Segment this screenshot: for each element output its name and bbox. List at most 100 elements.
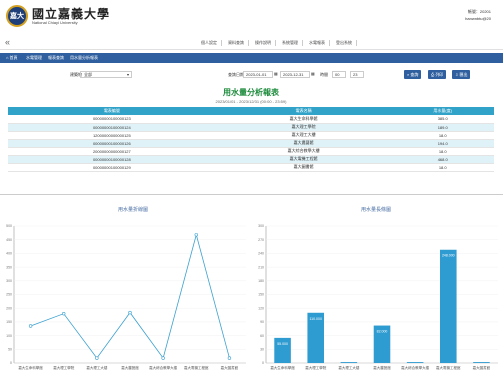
data-label: 110.000 [310,317,322,321]
table-body: 00000000100000123 嘉大生命科學館 385.0 00000000100… [8,115,494,172]
logo-text: 國立嘉義大學 National Chiayi University [32,8,110,25]
table-cell: 00000000100000123 [8,115,216,124]
table-cell: 12000000000000125 [8,131,216,140]
top-menu: 個人設定 資料查詢 操作說明 系統管理 水電報表 登出系統 [201,40,357,46]
table-cell: 00000000100000128 [8,155,216,164]
x-tick-label: 嘉大生命科學館 [18,365,43,370]
home-label: 首頁 [9,55,18,60]
data-point [62,311,66,316]
table-cell: 嘉大綜合教學大樓 [215,147,392,156]
export-button[interactable]: ⇩ 匯出 [452,70,471,79]
search-button[interactable]: ⌕ 查詢 [404,70,422,79]
menu-item-admin[interactable]: 系統管理 [282,40,303,46]
table-cell: 嘉大理工大樓 [215,131,392,140]
y-tick-label: 100 [6,334,12,338]
table-row: 00000000100000126 嘉大農藝館 194.0 [8,139,494,148]
bar [340,362,358,363]
charts-area: 用水量折線圖 用水量長條圖 0 50 100 150 200 250 300 350 400 45… [0,198,503,381]
tab-report-query[interactable]: 報表查詢 [48,55,64,61]
y-tick-label: 500 [6,224,12,228]
date-to-input[interactable]: 2023-12-31 [280,71,310,78]
building-select[interactable]: 全部 ▾ [80,71,132,78]
x-tick-label: 嘉大綜合教學大樓 [149,365,177,370]
y-tick-label: 60 [260,334,264,338]
menu-item-report[interactable]: 水電報表 [309,40,330,46]
data-point [128,310,132,315]
y-tick-label: 240 [258,252,264,256]
table-cell: 嘉大理工學院 [215,123,392,132]
table-cell: 194.0 [391,139,494,148]
menu-item-guide[interactable]: 操作說明 [255,40,276,46]
menu-item-personal[interactable]: 個人設定 [201,40,222,46]
bar [406,362,424,363]
y-tick-label: 120 [258,306,264,310]
x-tick-label: 嘉大理工學院 [305,365,326,370]
calendar-icon[interactable]: ▦ [311,71,315,76]
x-tick-label: 嘉大理工大樓 [338,365,359,370]
table-row: 00000000100000128 嘉大電機工程館 468.0 [8,155,494,164]
y-tick-label: 0 [10,361,12,365]
x-tick-label: 嘉大農藝館 [373,365,391,370]
table-cell: 18.0 [391,147,494,156]
search-label: 查詢 [410,72,419,77]
y-tick-label: 450 [6,238,12,242]
logo-english-name: National Chiayi University [32,19,78,25]
home-tab[interactable]: ⌂ 首頁 [6,55,18,61]
table-cell: 189.0 [391,123,494,132]
tab-water-management[interactable]: 水電管理 [26,55,42,61]
y-tick-label: 270 [258,238,264,242]
time-from-input[interactable]: 00 [332,71,346,78]
table-row: 00000000100000129 嘉大圖書館 18.0 [8,163,494,172]
y-tick-label: 300 [6,279,12,283]
report-title: 用水量分析報表 [223,88,279,97]
table-cell: 00000000100000124 [8,123,216,132]
table-row: 20000000000000127 嘉大綜合教學大樓 18.0 [8,147,494,156]
report-section: 用水量分析報表 2023/01/01 - 2023/12/31 (00:00 -… [8,87,494,172]
report-subtitle: 2023/01/01 - 2023/12/31 (00:00 - 23:59) [215,99,287,104]
x-tick-label: 嘉大圖書館 [221,365,239,370]
table-cell: 嘉大生命科學館 [215,115,392,124]
data-point [194,233,198,237]
tab-water-report[interactable]: 用水量分析報表 [70,55,98,61]
calendar-icon[interactable]: ▦ [274,71,278,76]
table-cell: 18.0 [391,163,494,172]
y-tick-label: 150 [6,320,12,324]
table-cell: 00000000100000126 [8,139,216,148]
column-header[interactable]: 電表名稱 [215,107,392,115]
date-from-input[interactable]: 2023-01-01 [243,71,273,78]
column-header[interactable]: 電表編號 [8,107,216,115]
divider [0,194,503,195]
data-point [227,356,232,360]
y-tick-label: 200 [6,306,12,310]
menu-item-logout[interactable]: 登出系統 [336,40,357,46]
chevron-down-icon: ▾ [126,72,129,77]
y-tick-label: 0 [262,361,264,365]
bar [440,249,457,363]
x-tick-label: 嘉大圖書館 [473,365,491,370]
logo[interactable]: 嘉大 國立嘉義大學 National Chiayi University [6,5,110,27]
table-cell: 嘉大電機工程館 [215,155,392,164]
table-cell: 468.0 [391,155,494,164]
y-tick-label: 30 [260,348,264,352]
table-cell: 18.0 [391,131,494,140]
data-label: 82.000 [377,330,388,334]
time-label: 時間 [320,72,328,77]
time-to-input[interactable]: 23 [350,71,364,78]
table-header-row: 電表編號 電表名稱 用水量(度) [8,107,494,115]
y-tick-label: 350 [6,265,12,269]
user-info[interactable]: 帳號：20201 hanwnbtu@20 [465,9,491,23]
app-root: 嘉大 國立嘉義大學 National Chiayi University 帳號：… [0,0,503,381]
logo-name: 國立嘉義大學 [32,6,111,21]
report-table: 電表編號 電表名稱 用水量(度) 00000000100000123 嘉大生命科學… [8,107,494,172]
menu-item-query[interactable]: 資料查詢 [228,40,249,46]
x-tick-label: 嘉大農藝館 [121,365,139,370]
print-button[interactable]: ⎙ 列印 [428,70,447,79]
data-point [28,324,33,328]
line-chart: 0 50 100 150 200 250 300 350 400 450 500 嘉大生命科學館 嘉大理… [6,224,246,370]
data-label: 248.000 [442,254,455,258]
collapse-sidebar-icon[interactable]: « [5,37,10,47]
y-tick-label: 250 [6,293,12,297]
data-label: 55.000 [277,342,288,346]
building-value: 全部 [84,72,92,77]
column-header[interactable]: 用水量(度) [391,107,494,115]
